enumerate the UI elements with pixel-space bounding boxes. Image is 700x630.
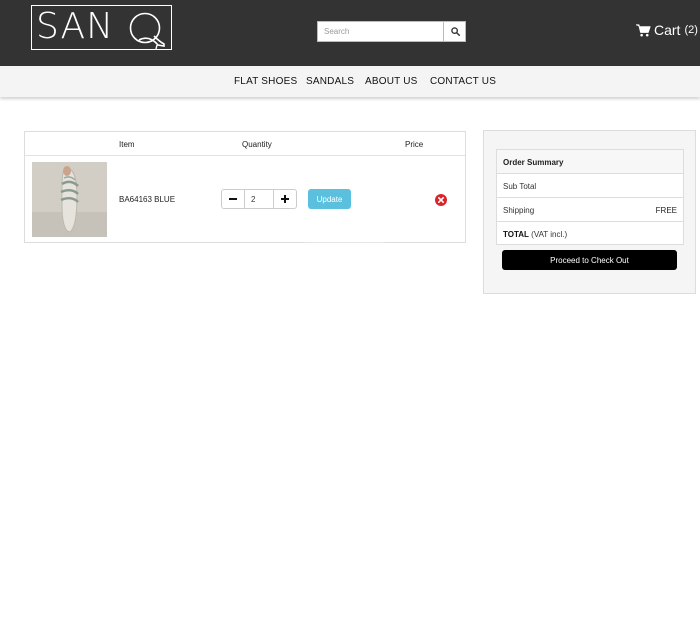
- search-input[interactable]: [318, 22, 444, 41]
- quantity-stepper: [221, 189, 297, 209]
- column-header-price: Price: [405, 140, 424, 149]
- order-summary-table: Order Summary Sub Total Shipping FREE TO…: [496, 149, 684, 245]
- order-summary-panel: Order Summary Sub Total Shipping FREE TO…: [483, 130, 696, 294]
- cart-link[interactable]: Cart (2): [636, 22, 698, 38]
- plus-icon: [281, 195, 289, 203]
- search-bar: [317, 21, 466, 42]
- update-button[interactable]: Update: [308, 189, 351, 209]
- shopping-cart-icon: [636, 23, 651, 36]
- total-vat-note: (VAT incl.): [531, 230, 568, 239]
- main-nav: FLAT SHOES SANDALS ABOUT US CONTACT US: [0, 66, 700, 97]
- search-button[interactable]: [443, 21, 466, 42]
- quantity-increase-button[interactable]: [273, 190, 296, 208]
- table-header-divider: [25, 155, 465, 156]
- order-summary-header-row: Order Summary: [497, 150, 683, 174]
- column-header-quantity: Quantity: [242, 140, 272, 149]
- remove-circle-icon[interactable]: [435, 194, 447, 206]
- proceed-to-checkout-button[interactable]: Proceed to Check Out: [502, 250, 677, 270]
- row-divider: [305, 242, 385, 243]
- product-sku[interactable]: BA64163 BLUE: [119, 195, 175, 204]
- logo-text: SAN: [36, 6, 115, 47]
- site-header: SAN Cart (2): [0, 0, 700, 66]
- shipping-row: Shipping FREE: [497, 198, 683, 222]
- total-label: TOTAL: [503, 230, 529, 239]
- subtotal-label: Sub Total: [503, 182, 537, 191]
- logo-q-shoe-mark: [129, 12, 165, 49]
- subtotal-row: Sub Total: [497, 174, 683, 198]
- cart-label: Cart: [654, 22, 681, 38]
- cart-table: Item Quantity Price BA64163 BLUE 2 Updat…: [24, 131, 466, 243]
- nav-item-contact-us[interactable]: CONTACT US: [430, 76, 496, 87]
- cart-count-badge: (2): [684, 24, 698, 36]
- shipping-label: Shipping: [503, 206, 535, 215]
- shipping-value: FREE: [655, 206, 677, 215]
- order-summary-title: Order Summary: [503, 158, 564, 167]
- total-row: TOTAL (VAT incl.): [497, 222, 683, 246]
- minus-icon: [229, 198, 237, 200]
- quantity-decrease-button[interactable]: [222, 190, 245, 208]
- sandal-product-image: [32, 162, 107, 237]
- column-header-item: Item: [119, 140, 135, 149]
- nav-item-flat-shoes[interactable]: FLAT SHOES: [234, 76, 297, 87]
- product-thumbnail[interactable]: [32, 162, 107, 237]
- site-logo[interactable]: SAN: [31, 5, 172, 50]
- quantity-input[interactable]: [245, 190, 273, 208]
- nav-item-sandals[interactable]: SANDALS: [306, 76, 354, 87]
- nav-item-about-us[interactable]: ABOUT US: [365, 76, 418, 87]
- total-label-group: TOTAL (VAT incl.): [503, 230, 567, 239]
- search-icon: [450, 27, 460, 36]
